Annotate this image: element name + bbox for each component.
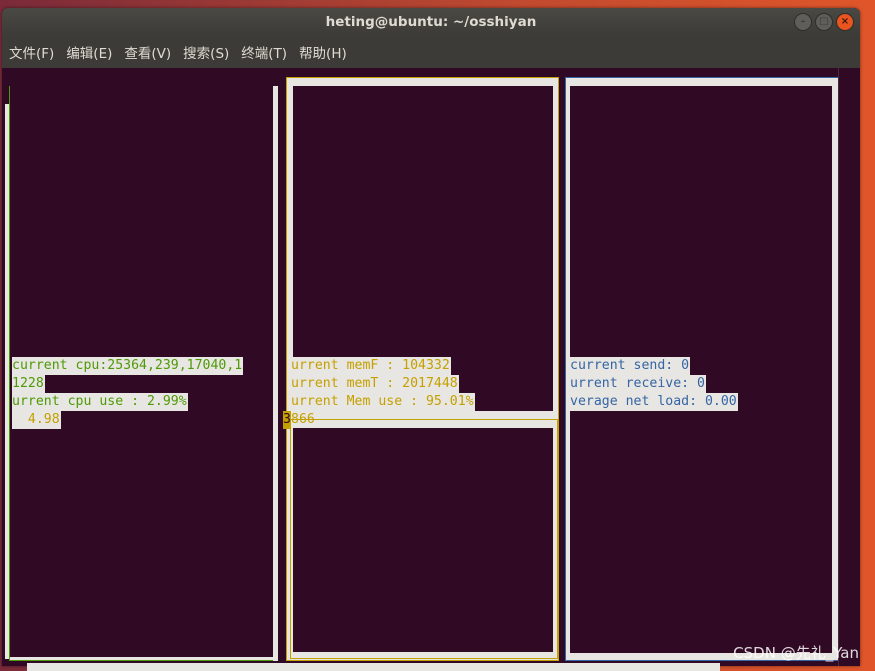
net-line-2: urrent receive: 0 xyxy=(570,375,706,393)
menu-help[interactable]: 帮助(H) xyxy=(293,42,353,62)
cpu-line-3: urrent cpu use : 2.99% xyxy=(12,393,188,411)
mem-panel-lower xyxy=(293,428,553,652)
cpu-line-2: 1228 xyxy=(12,375,45,393)
window-controls: – □ × xyxy=(794,13,854,31)
mem-tail: 866 xyxy=(291,412,315,427)
menu-terminal[interactable]: 终端(T) xyxy=(235,42,293,62)
cpu-line-1: current cpu:25364,239,17040,1 xyxy=(12,357,244,375)
mem-line-3: urrent Mem use : 95.01% xyxy=(291,393,475,411)
menu-edit[interactable]: 编辑(E) xyxy=(60,42,118,62)
terminal-area[interactable]: current cpu:25364,239,17040,1 1228 urren… xyxy=(2,68,860,666)
menu-file[interactable]: 文件(F) xyxy=(3,42,60,62)
title-bar[interactable]: heting@ubuntu: ~/osshiyan – □ × xyxy=(2,8,860,36)
watermark: CSDN @先礼_Yan xyxy=(733,644,859,662)
net-line-1: current send: 0 xyxy=(570,357,691,375)
window-title: heting@ubuntu: ~/osshiyan xyxy=(325,14,537,30)
terminal-cursor: 3 xyxy=(283,411,291,429)
mem-line-1: urrent memF : 104332 xyxy=(291,357,451,375)
mem-line-2: urrent memT : 2017448 xyxy=(291,375,459,393)
terminal-window: heting@ubuntu: ~/osshiyan – □ × 文件(F) 编辑… xyxy=(2,8,860,666)
terminal-scrollbar[interactable] xyxy=(838,68,859,666)
minimize-button[interactable]: – xyxy=(794,13,812,31)
bottom-edge xyxy=(27,663,720,671)
menu-view[interactable]: 查看(V) xyxy=(118,42,177,62)
maximize-button[interactable]: □ xyxy=(815,13,833,31)
cpu-line-4: 4.98 xyxy=(12,411,61,429)
menu-bar: 文件(F) 编辑(E) 查看(V) 搜索(S) 终端(T) 帮助(H) xyxy=(2,36,860,68)
net-line-3: verage net load: 0.00 xyxy=(570,393,738,411)
close-button[interactable]: × xyxy=(836,13,854,31)
menu-search[interactable]: 搜索(S) xyxy=(177,42,235,62)
